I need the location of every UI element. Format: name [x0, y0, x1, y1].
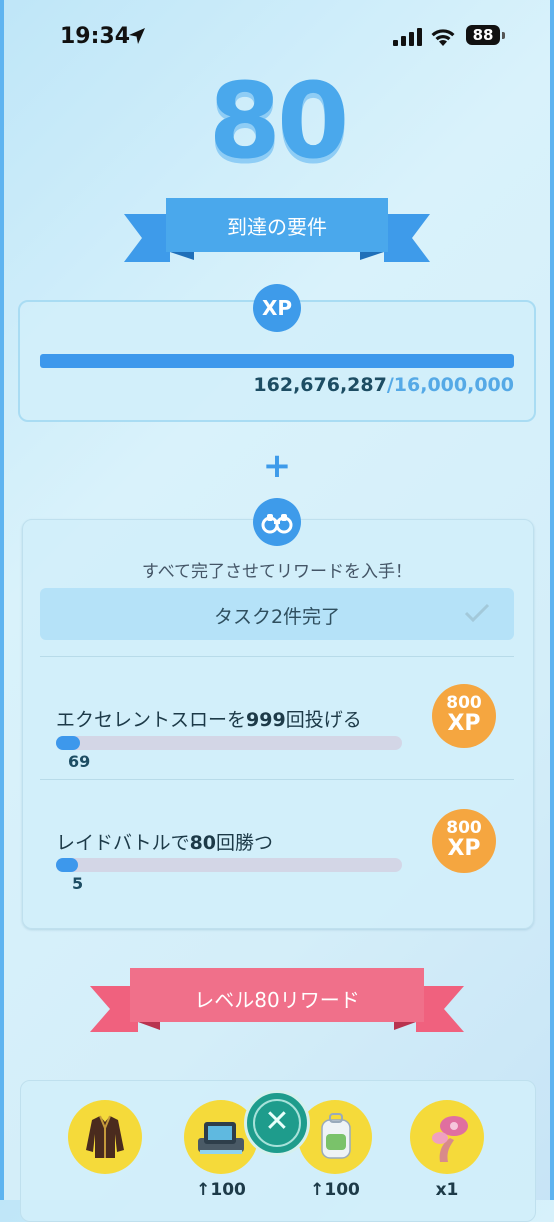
check-icon	[464, 603, 490, 623]
task-progress-value: 69	[68, 752, 91, 771]
task-title-part: 回投げる	[285, 709, 362, 731]
xp-separator: /	[386, 374, 394, 396]
task-title: レイドバトルで80回勝つ	[56, 828, 273, 855]
reward-item-label: ↑100	[310, 1180, 360, 1200]
task-title-count: 999	[246, 709, 286, 731]
xp-progress-bar	[40, 354, 514, 368]
level-number: 80	[208, 60, 350, 182]
close-icon: ✕	[253, 1099, 301, 1147]
status-time: 19:34	[60, 24, 131, 49]
task-title-part: エクセレントスローを	[56, 709, 247, 731]
battery-tip	[502, 32, 505, 39]
task-progress-value: 5	[72, 874, 84, 893]
status-bar: 19:34 88	[0, 22, 554, 56]
requirements-title: 到達の要件	[227, 215, 327, 239]
jacket-icon	[86, 1115, 124, 1158]
task-progress-bar	[56, 858, 402, 872]
binoculars-badge	[253, 498, 301, 546]
task-progress-fill	[56, 736, 80, 750]
task-title-part: レイドバトルで	[56, 832, 190, 854]
wifi-icon	[431, 29, 455, 46]
reward-item-label: x1	[435, 1180, 459, 1200]
task-progress-fill	[56, 858, 78, 872]
tasks-subtitle: すべて完了させてリワードを入手！	[141, 562, 413, 582]
cellular-signal-icon	[393, 28, 422, 46]
task-title: エクセレントスローを999回投げる	[56, 705, 362, 732]
battery-indicator: 88	[466, 25, 500, 45]
reward-item-bag[interactable]	[298, 1100, 372, 1174]
tasks-divider-top	[40, 656, 514, 657]
binoculars-icon	[261, 514, 293, 534]
reward-amount: 800	[446, 818, 482, 838]
tasks-divider	[40, 779, 514, 780]
xp-required: 16,000,000	[393, 374, 514, 396]
reward-unit: XP	[447, 711, 481, 736]
close-button[interactable]: ✕	[244, 1090, 310, 1156]
reward-unit: XP	[447, 836, 481, 861]
bag-upgrade-icon	[321, 1113, 351, 1159]
reward-item-jacket[interactable]	[68, 1100, 142, 1174]
rewards-title: レベル80リワード	[194, 988, 360, 1012]
task-progress-bar	[56, 736, 402, 750]
task-title-part: 回勝つ	[216, 832, 274, 854]
xp-current: 162,676,287	[253, 374, 387, 396]
completed-tasks-banner[interactable]: タスク2件完了	[40, 588, 514, 640]
xp-progress-text: 162,676,287/16,000,000	[253, 374, 514, 396]
mushroom-lure-icon	[432, 1116, 468, 1162]
reward-amount: 800	[446, 693, 482, 713]
completed-tasks-label: タスク2件完了	[213, 606, 341, 628]
location-arrow-icon	[129, 28, 145, 44]
plus-sign: +	[262, 446, 292, 486]
reward-item-label: ↑100	[196, 1180, 246, 1200]
reward-item-lure[interactable]	[410, 1100, 484, 1174]
task-xp-reward: 800 XP	[432, 684, 496, 748]
task-title-count: 80	[189, 832, 217, 854]
xp-badge: XP	[253, 284, 301, 332]
task-xp-reward: 800 XP	[432, 809, 496, 873]
